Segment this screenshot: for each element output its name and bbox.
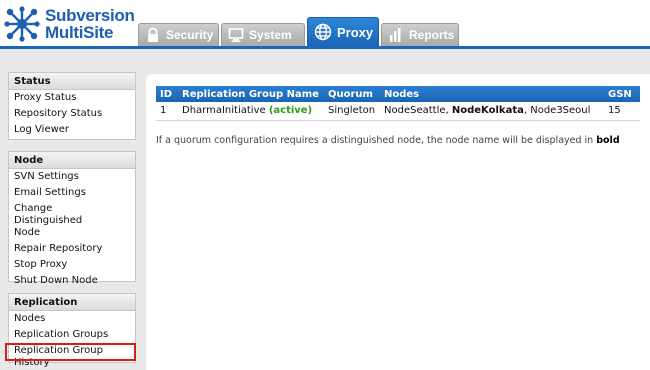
- sidebar-item-nodes[interactable]: Nodes: [9, 311, 135, 327]
- sidebar-item-replication-group-history[interactable]: Replication Group History: [9, 343, 135, 370]
- group-name[interactable]: DharmaInitiative: [182, 105, 266, 116]
- tab-reports[interactable]: Reports: [381, 23, 459, 46]
- tab-system[interactable]: System: [221, 23, 305, 46]
- node-seattle: NodeSeattle,: [384, 105, 449, 117]
- cell-name: DharmaInitiative (active): [178, 102, 324, 121]
- tab-proxy[interactable]: Proxy: [307, 17, 379, 46]
- node-kolkata: NodeKolkata: [451, 105, 524, 117]
- replication-group-table: ID Replication Group Name Quorum Nodes G…: [156, 86, 640, 121]
- main-tabs: Security System Proxy Reports: [0, 17, 650, 46]
- monitor-icon: [228, 28, 244, 42]
- sidebar-section-title: Replication: [9, 294, 135, 311]
- cell-nodes: NodeSeattle, NodeKolkata, Node3Seoul: [380, 102, 604, 121]
- note-text: If a quorum configuration requires a dis…: [156, 135, 594, 146]
- sidebar-item-log-viewer[interactable]: Log Viewer: [9, 122, 135, 138]
- tab-label: Proxy: [337, 24, 374, 40]
- sidebar-item-email-settings[interactable]: Email Settings: [9, 185, 135, 201]
- table-header-row: ID Replication Group Name Quorum Nodes G…: [156, 86, 640, 102]
- header: Subversion MultiSite Security System Pro…: [0, 0, 650, 46]
- globe-icon: [314, 23, 332, 41]
- sidebar-item-repair-repository[interactable]: Repair Repository: [9, 241, 135, 257]
- tab-security[interactable]: Security: [138, 23, 219, 46]
- sidebar-section-node: Node SVN Settings Email Settings Change …: [8, 151, 136, 286]
- sidebar-item-shut-down-node[interactable]: Shut Down Node: [9, 273, 135, 289]
- column-header-quorum[interactable]: Quorum: [324, 86, 380, 102]
- note-bold-word: bold: [596, 135, 620, 146]
- column-header-name[interactable]: Replication Group Name: [178, 86, 324, 102]
- tab-label: System: [249, 28, 292, 42]
- status-badge: (active): [268, 105, 313, 117]
- tab-label: Reports: [409, 28, 455, 42]
- column-header-nodes[interactable]: Nodes: [380, 86, 604, 102]
- sidebar-section-status: Status Proxy Status Repository Status Lo…: [8, 72, 136, 140]
- sidebar-item-change-distinguished-node[interactable]: Change Distinguished Node: [9, 201, 135, 241]
- sidebar-item-svn-settings[interactable]: SVN Settings: [9, 169, 135, 185]
- sidebar-item-repository-status[interactable]: Repository Status: [9, 106, 135, 122]
- cell-id: 1: [156, 102, 178, 121]
- main-panel: ID Replication Group Name Quorum Nodes G…: [146, 74, 650, 370]
- sidebar-section-title: Status: [9, 73, 135, 90]
- cell-quorum: Singleton: [324, 102, 380, 121]
- quorum-note: If a quorum configuration requires a dis…: [156, 135, 620, 146]
- bar-chart-icon: [390, 28, 401, 42]
- tab-label: Security: [166, 28, 214, 42]
- node-seoul: , Node3Seoul: [523, 105, 591, 117]
- sidebar-item-replication-groups[interactable]: Replication Groups: [9, 327, 135, 343]
- sidebar-item-stop-proxy[interactable]: Stop Proxy: [9, 257, 135, 273]
- table-row[interactable]: 1 DharmaInitiative (active) Singleton No…: [156, 102, 640, 121]
- lock-icon: [148, 27, 158, 42]
- sidebar-section-replication: Replication Nodes Replication Groups Rep…: [8, 293, 136, 368]
- column-header-id[interactable]: ID: [156, 86, 178, 102]
- sidebar-section-title: Node: [9, 152, 135, 169]
- sidebar-item-proxy-status[interactable]: Proxy Status: [9, 90, 135, 106]
- column-header-gsn[interactable]: GSN: [604, 86, 640, 102]
- cell-gsn: 15: [604, 102, 640, 121]
